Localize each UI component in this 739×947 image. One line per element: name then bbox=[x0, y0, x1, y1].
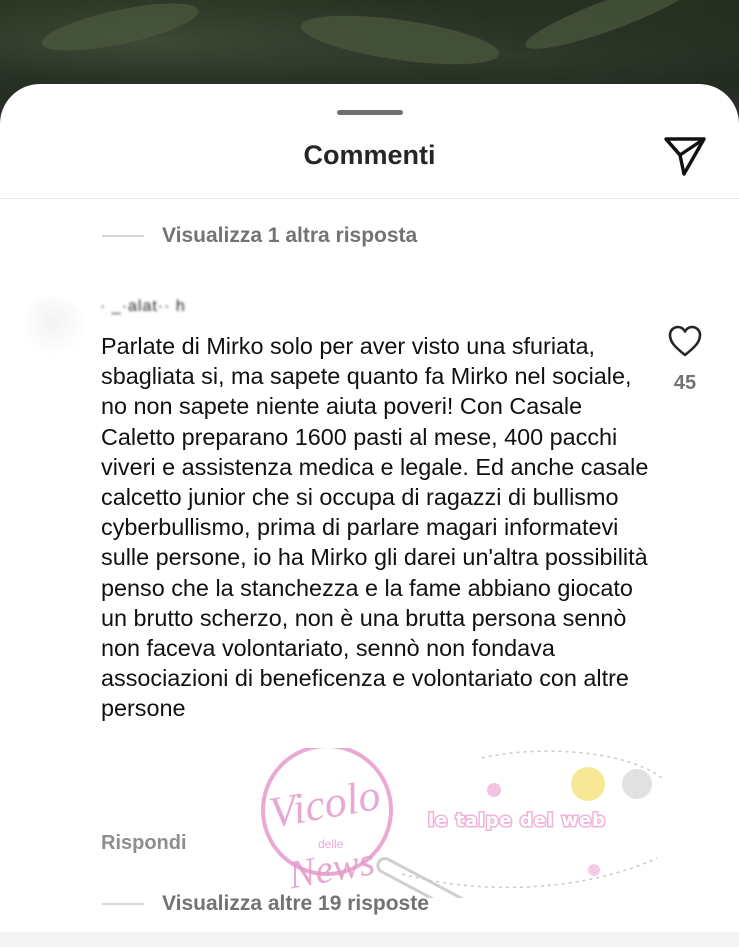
bottom-bar bbox=[0, 932, 739, 947]
view-more-replies-label: Visualizza 1 altra risposta bbox=[162, 224, 418, 247]
heart-outline-icon[interactable] bbox=[667, 324, 703, 358]
background-leaf bbox=[298, 6, 502, 74]
drag-handle[interactable] bbox=[337, 110, 403, 115]
comment-text: Parlate di Mirko solo per aver visto una… bbox=[101, 333, 649, 722]
reply-button[interactable]: Rispondi bbox=[101, 832, 187, 855]
watermark-tagline: le talpe del web bbox=[428, 810, 606, 831]
watermark-logo: Vicolo delle News le talpe del web bbox=[261, 748, 663, 898]
watermark-line3: News bbox=[284, 838, 378, 898]
background-leaf bbox=[520, 0, 700, 60]
avatar[interactable] bbox=[22, 296, 86, 360]
replies-line bbox=[102, 903, 144, 905]
replies-line bbox=[102, 235, 144, 237]
paper-plane-icon[interactable] bbox=[662, 134, 708, 178]
paw-print-icon bbox=[588, 864, 600, 876]
view-more-replies-top[interactable]: Visualizza 1 altra risposta bbox=[102, 221, 417, 251]
sheet-title: Commenti bbox=[303, 140, 436, 170]
comment-username[interactable]: · _·alat·· h bbox=[100, 298, 186, 316]
paw-print-icon bbox=[487, 783, 501, 797]
cartoon-face-icon bbox=[571, 767, 605, 801]
header-divider bbox=[0, 198, 739, 199]
cartoon-face-icon bbox=[622, 769, 652, 799]
like-count: 45 bbox=[673, 372, 697, 394]
watermark-line1: Vicolo bbox=[265, 770, 383, 838]
background-leaf bbox=[38, 0, 202, 61]
